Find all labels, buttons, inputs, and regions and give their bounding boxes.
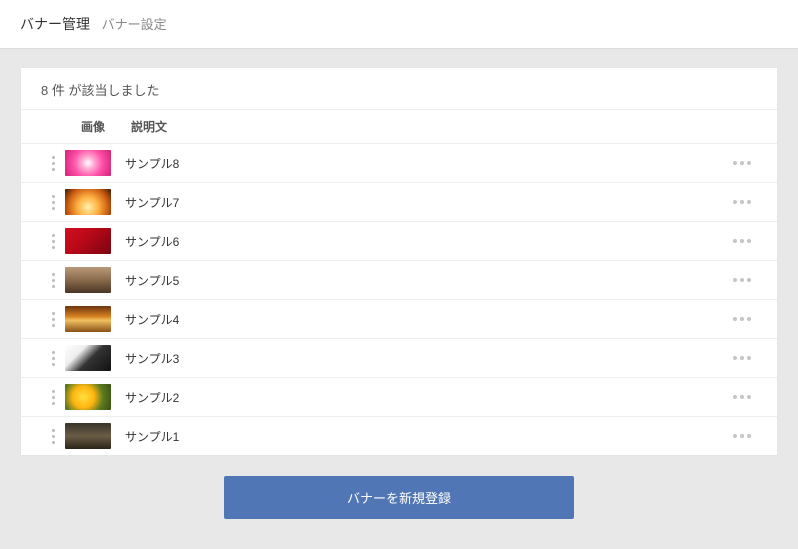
- banner-thumbnail: [65, 345, 111, 371]
- col-description-header: 説明文: [131, 118, 727, 135]
- row-actions-menu-icon[interactable]: [727, 200, 757, 204]
- table-header: 画像 説明文: [21, 109, 777, 144]
- table-row: サンプル7: [21, 183, 777, 222]
- row-actions-menu-icon[interactable]: [727, 434, 757, 438]
- table-row: サンプル8: [21, 144, 777, 183]
- button-bar: バナーを新規登録: [0, 456, 798, 549]
- drag-handle-icon[interactable]: [41, 273, 65, 288]
- drag-handle-icon[interactable]: [41, 390, 65, 405]
- page-header: バナー管理 バナー設定: [0, 0, 798, 49]
- col-image-header: 画像: [65, 118, 121, 135]
- page-title: バナー管理: [20, 16, 90, 32]
- banner-description: サンプル1: [125, 428, 727, 445]
- create-banner-button[interactable]: バナーを新規登録: [224, 476, 574, 519]
- banner-description: サンプル4: [125, 311, 727, 328]
- drag-handle-icon[interactable]: [41, 156, 65, 171]
- banner-thumbnail: [65, 150, 111, 176]
- result-count: 8 件 が該当しました: [21, 68, 777, 109]
- banner-description: サンプル2: [125, 389, 727, 406]
- row-actions-menu-icon[interactable]: [727, 356, 757, 360]
- page: バナー管理 バナー設定 8 件 が該当しました 画像 説明文 サンプル8サンプル…: [0, 0, 798, 549]
- row-actions-menu-icon[interactable]: [727, 161, 757, 165]
- table-body: サンプル8 サンプル7 サンプル6 サンプル5 サンプル4 サンプル3 サンプル2 サンプル1: [21, 144, 777, 455]
- banner-thumbnail: [65, 384, 111, 410]
- table-row: サンプル6: [21, 222, 777, 261]
- banner-description: サンプル7: [125, 194, 727, 211]
- banner-description: サンプル8: [125, 155, 727, 172]
- drag-handle-icon[interactable]: [41, 351, 65, 366]
- table-row: サンプル2: [21, 378, 777, 417]
- banner-list-card: 8 件 が該当しました 画像 説明文 サンプル8サンプル7サンプル6サンプル5サ…: [20, 67, 778, 456]
- table-row: サンプル1: [21, 417, 777, 455]
- banner-description: サンプル6: [125, 233, 727, 250]
- banner-thumbnail: [65, 306, 111, 332]
- table-row: サンプル4: [21, 300, 777, 339]
- banner-description: サンプル3: [125, 350, 727, 367]
- drag-handle-icon[interactable]: [41, 312, 65, 327]
- row-actions-menu-icon[interactable]: [727, 317, 757, 321]
- page-subtitle: バナー設定: [102, 17, 167, 32]
- table-row: サンプル5: [21, 261, 777, 300]
- banner-thumbnail: [65, 423, 111, 449]
- row-actions-menu-icon[interactable]: [727, 278, 757, 282]
- row-actions-menu-icon[interactable]: [727, 395, 757, 399]
- banner-thumbnail: [65, 228, 111, 254]
- banner-description: サンプル5: [125, 272, 727, 289]
- banner-thumbnail: [65, 267, 111, 293]
- row-actions-menu-icon[interactable]: [727, 239, 757, 243]
- drag-handle-icon[interactable]: [41, 234, 65, 249]
- banner-thumbnail: [65, 189, 111, 215]
- drag-handle-icon[interactable]: [41, 195, 65, 210]
- drag-handle-icon[interactable]: [41, 429, 65, 444]
- table-row: サンプル3: [21, 339, 777, 378]
